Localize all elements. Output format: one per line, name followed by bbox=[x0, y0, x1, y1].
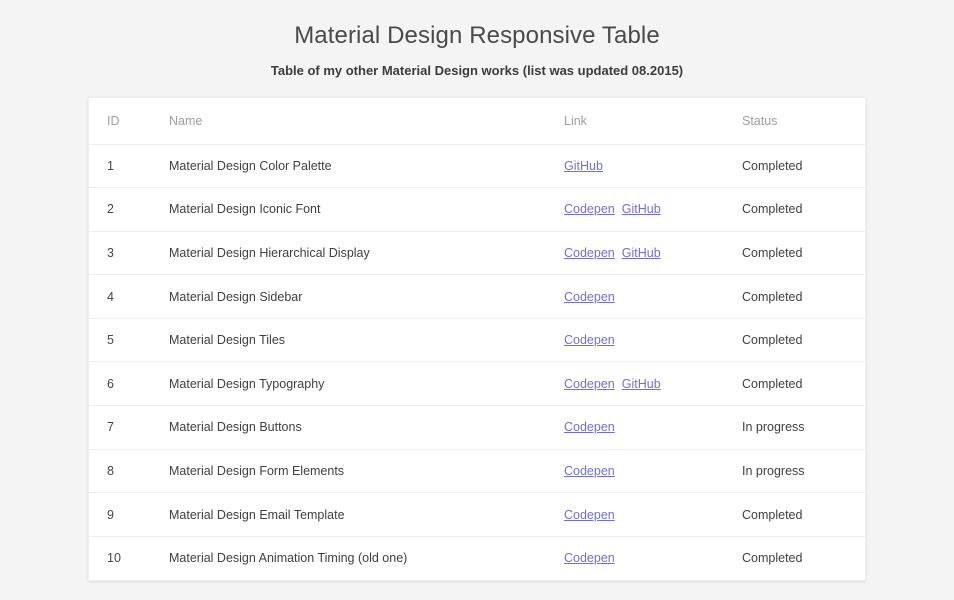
cell-id: 4 bbox=[89, 275, 169, 319]
cell-link: GitHub bbox=[564, 144, 742, 188]
table-header-row: ID Name Link Status bbox=[89, 98, 867, 144]
cell-status: Completed bbox=[742, 536, 867, 580]
table-row: 5Material Design TilesCodepen Completed bbox=[89, 318, 867, 362]
link-codepen[interactable]: Codepen bbox=[564, 508, 615, 522]
link-github[interactable]: GitHub bbox=[622, 377, 661, 391]
cell-link: Codepen bbox=[564, 318, 742, 362]
table-row: 6Material Design TypographyCodepen GitHub… bbox=[89, 362, 867, 406]
cell-link: Codepen GitHub bbox=[564, 188, 742, 232]
cell-name: Material Design Color Palette bbox=[169, 144, 564, 188]
cell-status: Completed bbox=[742, 493, 867, 537]
link-codepen[interactable]: Codepen bbox=[564, 246, 615, 260]
cell-status: Completed bbox=[742, 275, 867, 319]
link-codepen[interactable]: Codepen bbox=[564, 551, 615, 565]
cell-link: Codepen GitHub bbox=[564, 362, 742, 406]
link-codepen[interactable]: Codepen bbox=[564, 420, 615, 434]
table-header: ID Name Link Status bbox=[89, 98, 867, 144]
cell-status: Completed bbox=[742, 362, 867, 406]
cell-status: Completed bbox=[742, 188, 867, 232]
cell-name: Material Design Iconic Font bbox=[169, 188, 564, 232]
cell-name: Material Design Email Template bbox=[169, 493, 564, 537]
cell-status: Completed bbox=[742, 318, 867, 362]
cell-id: 7 bbox=[89, 406, 169, 450]
cell-link: Codepen bbox=[564, 275, 742, 319]
cell-name: Material Design Buttons bbox=[169, 406, 564, 450]
table-row: 9Material Design Email TemplateCodepen Co… bbox=[89, 493, 867, 537]
table-row: 8Material Design Form ElementsCodepen In … bbox=[89, 449, 867, 493]
link-github[interactable]: GitHub bbox=[564, 159, 603, 173]
column-header-link[interactable]: Link bbox=[564, 98, 742, 144]
link-github[interactable]: GitHub bbox=[622, 202, 661, 216]
column-header-id[interactable]: ID bbox=[89, 98, 169, 144]
page-subtitle: Table of my other Material Design works … bbox=[0, 62, 954, 80]
cell-link: Codepen bbox=[564, 493, 742, 537]
cell-status: In progress bbox=[742, 449, 867, 493]
responsive-table: ID Name Link Status 1Material Design Col… bbox=[89, 98, 867, 580]
table-row: 4Material Design SidebarCodepen Completed bbox=[89, 275, 867, 319]
cell-name: Material Design Tiles bbox=[169, 318, 564, 362]
cell-id: 3 bbox=[89, 231, 169, 275]
cell-id: 6 bbox=[89, 362, 169, 406]
cell-link: Codepen bbox=[564, 449, 742, 493]
link-github[interactable]: GitHub bbox=[622, 246, 661, 260]
cell-link: Codepen bbox=[564, 406, 742, 450]
cell-name: Material Design Typography bbox=[169, 362, 564, 406]
cell-id: 8 bbox=[89, 449, 169, 493]
page-title: Material Design Responsive Table bbox=[0, 20, 954, 52]
page-root: Material Design Responsive Table Table o… bbox=[0, 0, 954, 600]
cell-status: Completed bbox=[742, 144, 867, 188]
table-row: 7Material Design ButtonsCodepen In progre… bbox=[89, 406, 867, 450]
link-codepen[interactable]: Codepen bbox=[564, 464, 615, 478]
link-codepen[interactable]: Codepen bbox=[564, 377, 615, 391]
cell-status: Completed bbox=[742, 231, 867, 275]
cell-id: 2 bbox=[89, 188, 169, 232]
table-row: 1Material Design Color PaletteGitHub Comp… bbox=[89, 144, 867, 188]
column-header-status[interactable]: Status bbox=[742, 98, 867, 144]
link-codepen[interactable]: Codepen bbox=[564, 202, 615, 216]
cell-status: In progress bbox=[742, 406, 867, 450]
table-row: 3Material Design Hierarchical DisplayCod… bbox=[89, 231, 867, 275]
table-body: 1Material Design Color PaletteGitHubComp… bbox=[89, 144, 867, 580]
column-header-name[interactable]: Name bbox=[169, 98, 564, 144]
cell-id: 1 bbox=[89, 144, 169, 188]
cell-name: Material Design Animation Timing (old on… bbox=[169, 536, 564, 580]
table-row: 10Material Design Animation Timing (old … bbox=[89, 536, 867, 580]
table-row: 2Material Design Iconic FontCodepen GitHu… bbox=[89, 188, 867, 232]
cell-name: Material Design Form Elements bbox=[169, 449, 564, 493]
cell-link: Codepen GitHub bbox=[564, 231, 742, 275]
cell-id: 9 bbox=[89, 493, 169, 537]
link-codepen[interactable]: Codepen bbox=[564, 290, 615, 304]
cell-id: 5 bbox=[89, 318, 169, 362]
link-codepen[interactable]: Codepen bbox=[564, 333, 615, 347]
table-card: ID Name Link Status 1Material Design Col… bbox=[88, 97, 866, 581]
cell-link: Codepen bbox=[564, 536, 742, 580]
cell-name: Material Design Sidebar bbox=[169, 275, 564, 319]
cell-id: 10 bbox=[89, 536, 169, 580]
cell-name: Material Design Hierarchical Display bbox=[169, 231, 564, 275]
